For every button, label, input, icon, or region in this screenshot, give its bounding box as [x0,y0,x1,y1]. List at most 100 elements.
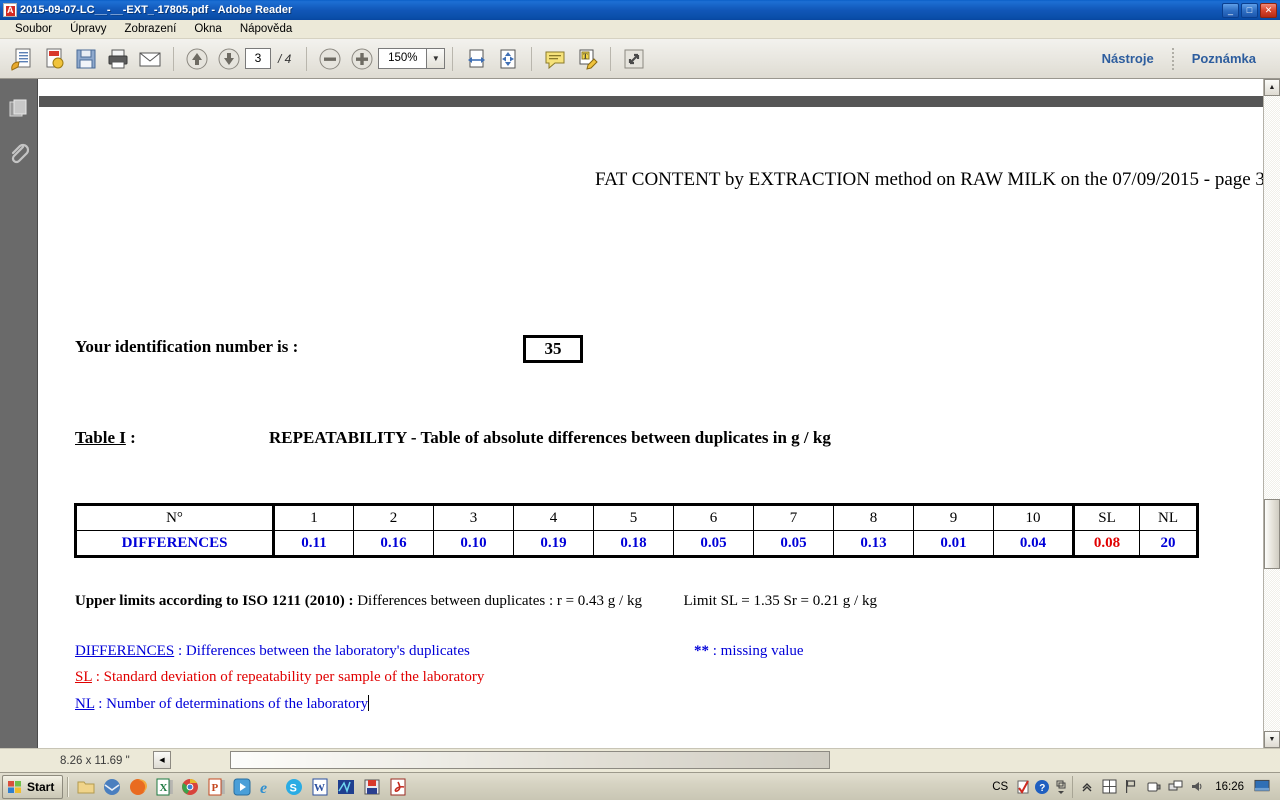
email-button[interactable] [135,44,165,74]
zoom-level-input[interactable]: 150% [378,48,427,69]
title-bar: 2015-09-07-LC__-__-EXT_-17805.pdf - Adob… [0,0,1280,20]
upper-limits-right: Limit SL = 1.35 Sr = 0.21 g / kg [683,593,877,609]
menu-okna[interactable]: Okna [185,21,231,37]
zoom-in-button[interactable] [347,44,377,74]
vertical-scrollbar-thumb[interactable] [1264,499,1280,569]
legend-abbr-sl: SL [75,669,92,685]
network-icon[interactable] [1167,779,1183,795]
text-cursor [368,695,370,711]
volume-icon[interactable] [1189,779,1205,795]
minimize-button[interactable]: _ [1222,2,1239,18]
word-icon[interactable]: W [309,776,331,798]
highlight-text-icon[interactable]: T [572,44,602,74]
taskbar: Start X P e S W CS ? 16:26 [0,772,1280,800]
next-page-button[interactable] [214,44,244,74]
application-window: 2015-09-07-LC__-__-EXT_-17805.pdf - Adob… [0,0,1280,800]
folder-icon[interactable] [75,776,97,798]
maximize-button[interactable]: □ [1241,2,1258,18]
media-player-icon[interactable] [231,776,253,798]
menu-bar: Soubor Úpravy Zobrazení Okna Nápověda [0,20,1280,39]
table-value-9: 0.01 [913,530,994,557]
powerpoint-icon[interactable]: P [205,776,227,798]
fullscreen-icon[interactable] [619,44,649,74]
upper-limits-middle: Differences between duplicates : r = 0.4… [357,593,642,609]
table-header-3: 3 [433,504,514,531]
menu-soubor[interactable]: Soubor [6,21,61,37]
start-label: Start [27,779,55,794]
table-header-8: 8 [833,504,914,531]
page-total-label: / 4 [278,51,292,66]
svg-text:T: T [583,52,588,60]
missing-marker: ** [694,643,709,659]
show-hidden-icons-icon[interactable] [1079,779,1095,795]
help-icon[interactable]: ? [1034,779,1050,795]
menu-napoveda[interactable]: Nápověda [231,21,301,37]
table-header-no: N° [75,504,274,531]
scroll-left-button[interactable]: ◀ [153,751,171,769]
table-header-nl: NL [1139,504,1198,531]
horizontal-scrollbar-thumb[interactable] [230,751,830,769]
save-app-icon[interactable] [361,776,383,798]
page-thumbnails-icon[interactable] [0,87,38,131]
chrome-icon[interactable] [179,776,201,798]
quicklaunch-separator [67,776,70,797]
language-indicator[interactable]: CS [988,781,1012,793]
expand-tray-icon[interactable] [1053,779,1069,795]
firefox-icon[interactable] [127,776,149,798]
page-separator [39,96,1263,107]
speech-bubble-icon[interactable] [540,44,570,74]
close-button[interactable]: ✕ [1260,2,1277,18]
table-value-8: 0.13 [833,530,914,557]
thunderbird-icon[interactable] [101,776,123,798]
table-value-nl: 20 [1139,530,1198,557]
window-controls: _ □ ✕ [1222,2,1277,18]
attachments-icon[interactable] [0,131,38,175]
toolbar-separator-5 [610,46,612,71]
table-header-4: 4 [513,504,594,531]
fit-width-button[interactable] [461,44,491,74]
excel-icon[interactable]: X [153,776,175,798]
print-button[interactable] [103,44,133,74]
adobe-reader-icon[interactable] [387,776,409,798]
chevron-down-icon[interactable]: ▼ [426,48,446,69]
upper-limits-prefix: Upper limits according to ISO 1211 (2010… [75,593,354,609]
toolbar-separator [173,46,174,71]
internet-explorer-icon[interactable]: e [257,776,279,798]
safely-remove-icon[interactable] [1145,779,1161,795]
page-number-input[interactable]: 3 [245,48,271,69]
save-copy-button[interactable] [7,44,37,74]
document-view[interactable]: FAT CONTENT by EXTRACTION method on RAW … [39,79,1263,748]
windows-security-icon[interactable] [1101,779,1117,795]
pdf-page: FAT CONTENT by EXTRACTION method on RAW … [39,107,1263,748]
svg-text:?: ? [1039,783,1045,794]
fit-page-button[interactable] [493,44,523,74]
checkmark-icon[interactable] [1015,779,1031,795]
vertical-scrollbar[interactable]: ▲ ▼ [1263,79,1280,748]
scroll-down-button[interactable]: ▼ [1264,731,1280,748]
save-button[interactable] [71,44,101,74]
menu-zobrazeni[interactable]: Zobrazení [116,21,186,37]
legend-line-sl: SL : Standard deviation of repeatability… [75,669,484,695]
table-value-10: 0.04 [993,530,1074,557]
zoom-out-button[interactable] [315,44,345,74]
previous-page-button[interactable] [182,44,212,74]
table-row-label: DIFFERENCES [75,530,274,557]
create-pdf-button[interactable] [39,44,69,74]
clock[interactable]: 16:26 [1215,781,1244,793]
tools-button[interactable]: Nástroje [1084,51,1172,66]
table-label-suffix: : [125,428,136,447]
comment-panel-button[interactable]: Poznámka [1174,51,1274,66]
svg-text:P: P [212,782,219,794]
scroll-up-button[interactable]: ▲ [1264,79,1280,96]
editor-icon[interactable] [335,776,357,798]
skype-icon[interactable]: S [283,776,305,798]
legend-abbr-nl: NL [75,696,95,712]
menu-upravy[interactable]: Úpravy [61,21,115,37]
table-label-text: Table I [75,428,126,447]
svg-text:e: e [260,780,267,797]
flag-icon[interactable] [1123,779,1139,795]
legend-abbr-differences: DIFFERENCES [75,643,175,659]
start-button[interactable]: Start [2,774,64,799]
table-header-5: 5 [593,504,674,531]
show-desktop-icon[interactable] [1254,779,1270,795]
